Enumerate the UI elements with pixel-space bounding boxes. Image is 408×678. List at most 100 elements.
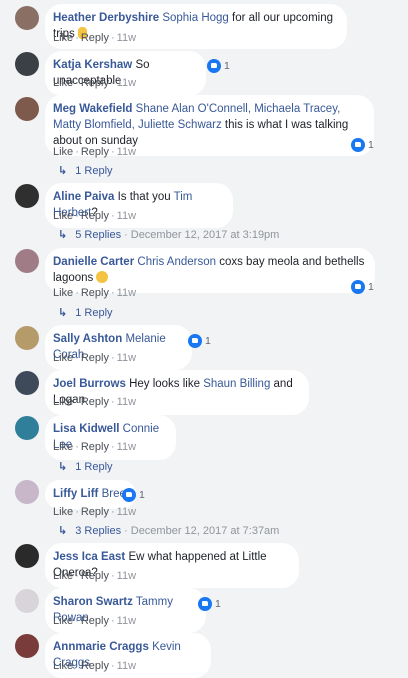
avatar[interactable] (15, 52, 39, 76)
comment-time[interactable]: 11w (117, 32, 136, 44)
comment-author[interactable]: Danielle Carter (53, 256, 134, 268)
reply-button[interactable]: Reply (81, 570, 109, 582)
reply-button[interactable]: Reply (81, 396, 109, 408)
like-button[interactable]: Like (53, 287, 73, 299)
comment-actions: Like · Reply · 11w (53, 396, 137, 408)
like-button[interactable]: Like (53, 396, 73, 408)
comment-text: Is that you (117, 191, 174, 203)
comment-author[interactable]: Katja Kershaw (53, 59, 132, 71)
avatar[interactable] (15, 544, 39, 568)
like-button[interactable]: Like (53, 32, 73, 44)
reply-arrow-icon: ↳ (58, 165, 68, 177)
avatar[interactable] (15, 589, 39, 613)
like-button[interactable]: Like (53, 615, 73, 627)
like-reaction-icon (188, 334, 202, 348)
comment-actions: Like · Reply · 11w (53, 32, 137, 44)
comment-time[interactable]: 11w (117, 287, 136, 299)
like-button[interactable]: Like (53, 210, 73, 222)
comment-author[interactable]: Sharon Swartz (53, 596, 133, 608)
like-reaction-icon (207, 59, 221, 73)
reply-button[interactable]: Reply (81, 441, 109, 453)
replies-time: December 12, 2017 at 7:37am (130, 525, 280, 537)
reaction-count[interactable]: 1 (207, 59, 230, 73)
reply-button[interactable]: Reply (81, 615, 109, 627)
comment-actions: Like · Reply · 11w (53, 146, 137, 158)
tagged-user[interactable]: Sophia Hogg (162, 12, 229, 24)
reply-button[interactable]: Reply (81, 146, 109, 158)
avatar[interactable] (15, 6, 39, 30)
replies-time: December 12, 2017 at 3:19pm (130, 229, 280, 241)
reply-arrow-icon: ↳ (58, 229, 68, 241)
comment-time[interactable]: 11w (117, 396, 136, 408)
comment-actions: Like · Reply · 11w (53, 77, 137, 89)
view-replies-link[interactable]: ↳ 1 Reply (58, 306, 113, 320)
avatar[interactable] (15, 416, 39, 440)
reply-button[interactable]: Reply (81, 287, 109, 299)
comment-author[interactable]: Heather Derbyshire (53, 12, 159, 24)
like-button[interactable]: Like (53, 352, 73, 364)
reply-button[interactable]: Reply (81, 660, 109, 672)
reply-button[interactable]: Reply (81, 77, 109, 89)
reaction-count[interactable]: 1 (351, 138, 374, 152)
comment-time[interactable]: 11w (117, 146, 136, 158)
reply-button[interactable]: Reply (81, 352, 109, 364)
avatar[interactable] (15, 249, 39, 273)
like-button[interactable]: Like (53, 441, 73, 453)
comment-author[interactable]: Annmarie Craggs (53, 641, 149, 653)
view-replies-link[interactable]: ↳ 1 Reply (58, 164, 113, 178)
like-reaction-icon (351, 138, 365, 152)
comment-time[interactable]: 11w (117, 352, 136, 364)
like-reaction-icon (122, 488, 136, 502)
comment-actions: Like · Reply · 11w (53, 441, 137, 453)
tagged-user[interactable]: Shaun Billing (203, 378, 270, 390)
comment-author[interactable]: Joel Burrows (53, 378, 126, 390)
view-replies-link[interactable]: ↳ 1 Reply (58, 460, 113, 474)
like-button[interactable]: Like (53, 570, 73, 582)
comment-time[interactable]: 11w (117, 77, 136, 89)
reply-button[interactable]: Reply (81, 32, 109, 44)
comment-actions: Like · Reply · 11w (53, 570, 137, 582)
reply-button[interactable]: Reply (81, 506, 109, 518)
comment-time[interactable]: 11w (117, 506, 136, 518)
reply-button[interactable]: Reply (81, 210, 109, 222)
avatar[interactable] (15, 480, 39, 504)
comment-time[interactable]: 11w (117, 615, 136, 627)
comment-author[interactable]: Aline Paiva (53, 191, 114, 203)
like-reaction-icon (351, 280, 365, 294)
avatar[interactable] (15, 634, 39, 658)
comment-actions: Like · Reply · 11w (53, 506, 137, 518)
comment-author[interactable]: Liffy Liff (53, 488, 98, 500)
comment-author[interactable]: Meg Wakefield (53, 103, 132, 115)
reaction-count[interactable]: 1 (188, 334, 211, 348)
like-reaction-icon (198, 597, 212, 611)
comment-author[interactable]: Jess Ica East (53, 551, 125, 563)
comment-author[interactable]: Lisa Kidwell (53, 423, 119, 435)
smiley-emoji-icon (96, 271, 109, 283)
avatar[interactable] (15, 184, 39, 208)
comment-author[interactable]: Sally Ashton (53, 333, 122, 345)
avatar[interactable] (15, 97, 39, 121)
like-button[interactable]: Like (53, 146, 73, 158)
tagged-user[interactable]: Chris Anderson (137, 256, 216, 268)
like-button[interactable]: Like (53, 77, 73, 89)
reaction-count[interactable]: 1 (351, 280, 374, 294)
comment-time[interactable]: 11w (117, 441, 136, 453)
reaction-count[interactable]: 1 (122, 488, 145, 502)
avatar[interactable] (15, 371, 39, 395)
comment-actions: Like · Reply · 11w (53, 660, 137, 672)
reply-arrow-icon: ↳ (58, 307, 68, 319)
comment-text: Hey looks like (129, 378, 204, 390)
like-button[interactable]: Like (53, 506, 73, 518)
comment-actions: Like · Reply · 11w (53, 210, 137, 222)
like-button[interactable]: Like (53, 660, 73, 672)
comment-time[interactable]: 11w (117, 660, 136, 672)
view-replies-link[interactable]: ↳ 3 Replies · December 12, 2017 at 7:37am (58, 524, 279, 538)
avatar[interactable] (15, 326, 39, 350)
comment-time[interactable]: 11w (117, 570, 136, 582)
comment-time[interactable]: 11w (117, 210, 136, 222)
comment-actions: Like · Reply · 11w (53, 287, 137, 299)
reply-arrow-icon: ↳ (58, 461, 68, 473)
reaction-count[interactable]: 1 (198, 597, 221, 611)
comment-actions: Like · Reply · 11w (53, 615, 137, 627)
view-replies-link[interactable]: ↳ 5 Replies · December 12, 2017 at 3:19pm (58, 228, 279, 242)
